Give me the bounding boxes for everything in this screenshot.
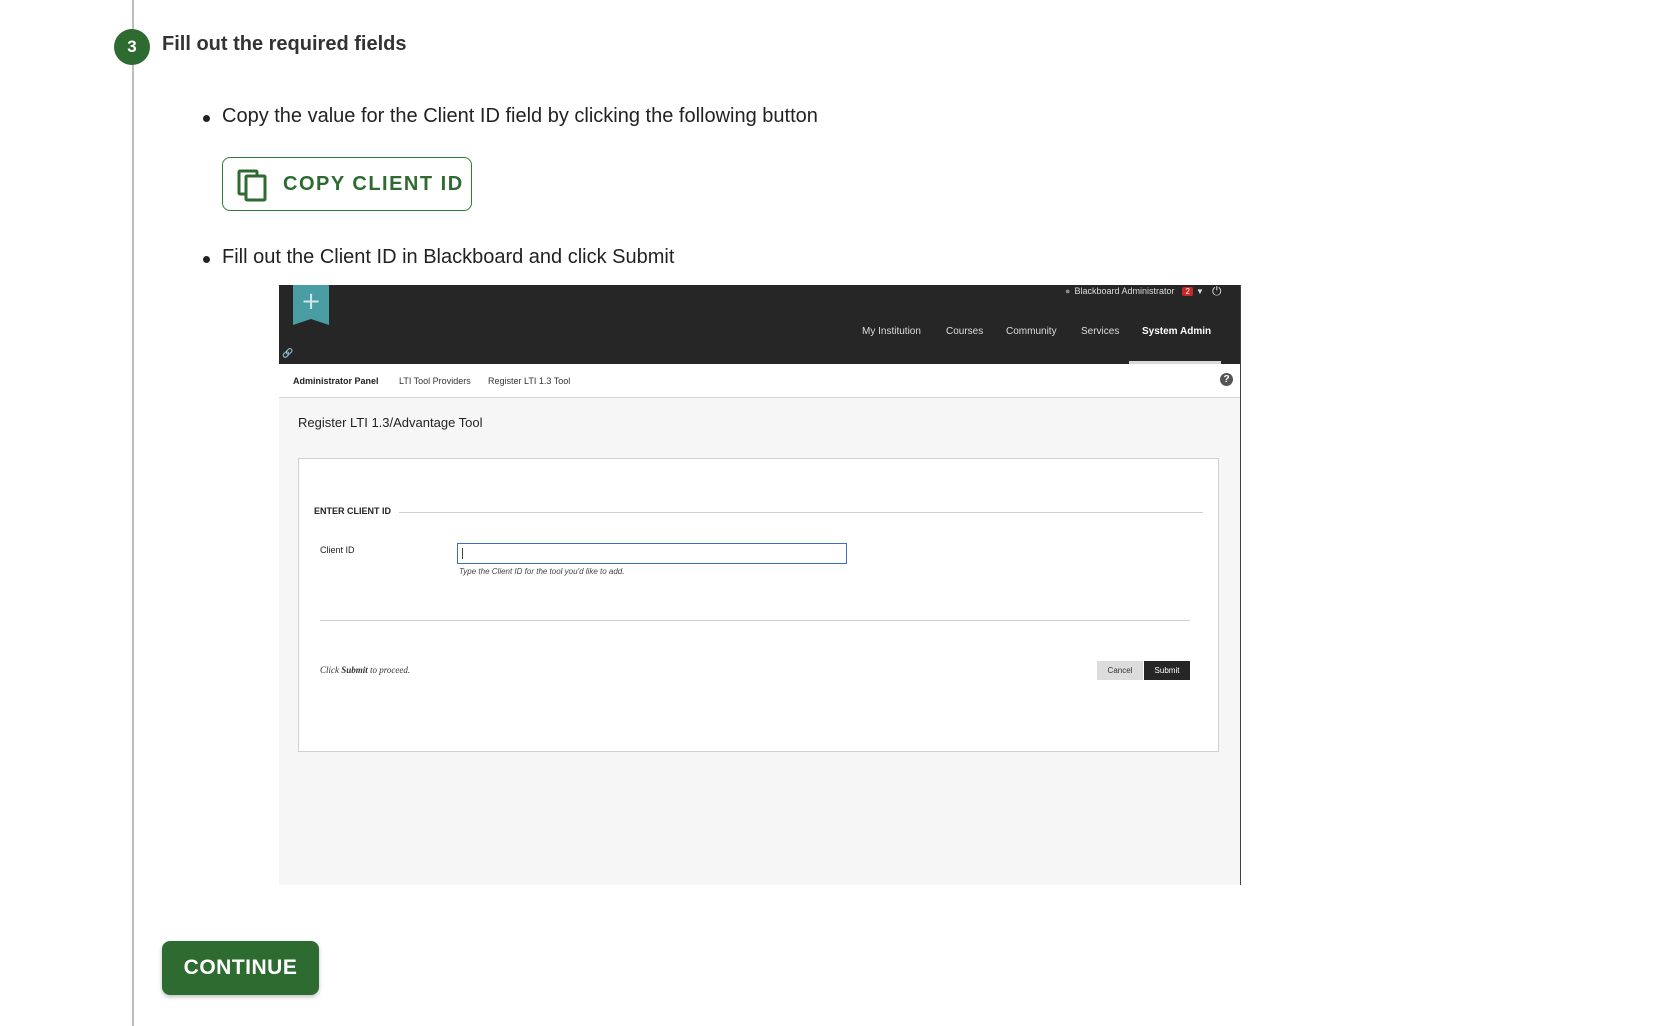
- bb-crumb: LTI Tool Providers: [399, 376, 471, 386]
- text-cursor: [462, 548, 463, 559]
- bb-nav-item: Services: [1081, 326, 1120, 337]
- bb-proceed-prefix: Click: [320, 665, 342, 675]
- bb-submit-button: Submit: [1144, 661, 1190, 680]
- bb-client-id-hint: Type the Client ID for the tool you'd li…: [459, 567, 625, 576]
- link-icon: 🔗: [282, 349, 294, 359]
- bb-page-title: Register LTI 1.3/Advantage Tool: [298, 415, 483, 430]
- plus-icon: +: [300, 287, 322, 315]
- power-icon: ⏻: [1212, 285, 1222, 298]
- bb-proceed-bold: Submit: [341, 665, 368, 675]
- bb-user-menu: ● Blackboard Administrator 2 ▼: [1065, 286, 1204, 296]
- bb-breadcrumb: Administrator Panel LTI Tool Providers R…: [279, 364, 1240, 398]
- bb-nav-item: My Institution: [862, 326, 921, 337]
- bb-cancel-button: Cancel: [1097, 661, 1143, 680]
- bullet-dot: [203, 115, 210, 122]
- copy-instruction: Copy the value for the Client ID field b…: [222, 105, 818, 127]
- fill-instruction: Fill out the Client ID in Blackboard and…: [222, 246, 675, 268]
- blackboard-screenshot: + ● Blackboard Administrator 2 ▼ ⏻ My Insti…: [279, 285, 1241, 885]
- bb-nav-item: Community: [1006, 326, 1057, 337]
- bb-notification-badge: 2: [1182, 287, 1193, 296]
- bb-section-divider: [399, 512, 1203, 513]
- help-icon: ?: [1220, 373, 1233, 386]
- bullet-dot: [203, 256, 210, 263]
- bb-form-divider: [320, 620, 1190, 621]
- bb-form-panel: ENTER CLIENT ID Client ID Type the Clien…: [298, 458, 1219, 752]
- bb-header: + ● Blackboard Administrator 2 ▼ ⏻ My Insti…: [279, 285, 1240, 364]
- chevron-down-icon: ▼: [1195, 287, 1204, 296]
- step-title: Fill out the required fields: [162, 33, 407, 55]
- bb-client-id-input: [457, 543, 847, 564]
- bb-user-name: Blackboard Administrator: [1074, 286, 1175, 296]
- bb-nav-item: Courses: [946, 326, 984, 337]
- bb-logo: +: [293, 285, 329, 325]
- copy-icon: [237, 169, 267, 202]
- bb-crumb: Register LTI 1.3 Tool: [488, 376, 571, 386]
- person-icon: ●: [1065, 286, 1071, 296]
- step-number-badge: 3: [114, 29, 150, 65]
- copy-client-id-button[interactable]: COPY CLIENT ID: [222, 157, 472, 211]
- bb-nav-item-active: System Admin: [1142, 326, 1212, 337]
- bb-crumb: Administrator Panel: [293, 376, 379, 386]
- bb-proceed-text: Click Submit to proceed.: [320, 665, 410, 675]
- continue-button[interactable]: CONTINUE: [162, 941, 319, 995]
- step-rail: [132, 0, 134, 1026]
- bb-proceed-suffix: to proceed.: [367, 665, 411, 675]
- bb-client-id-label: Client ID: [320, 545, 355, 555]
- bb-section-header: ENTER CLIENT ID: [314, 506, 392, 516]
- copy-client-id-label: COPY CLIENT ID: [283, 172, 464, 195]
